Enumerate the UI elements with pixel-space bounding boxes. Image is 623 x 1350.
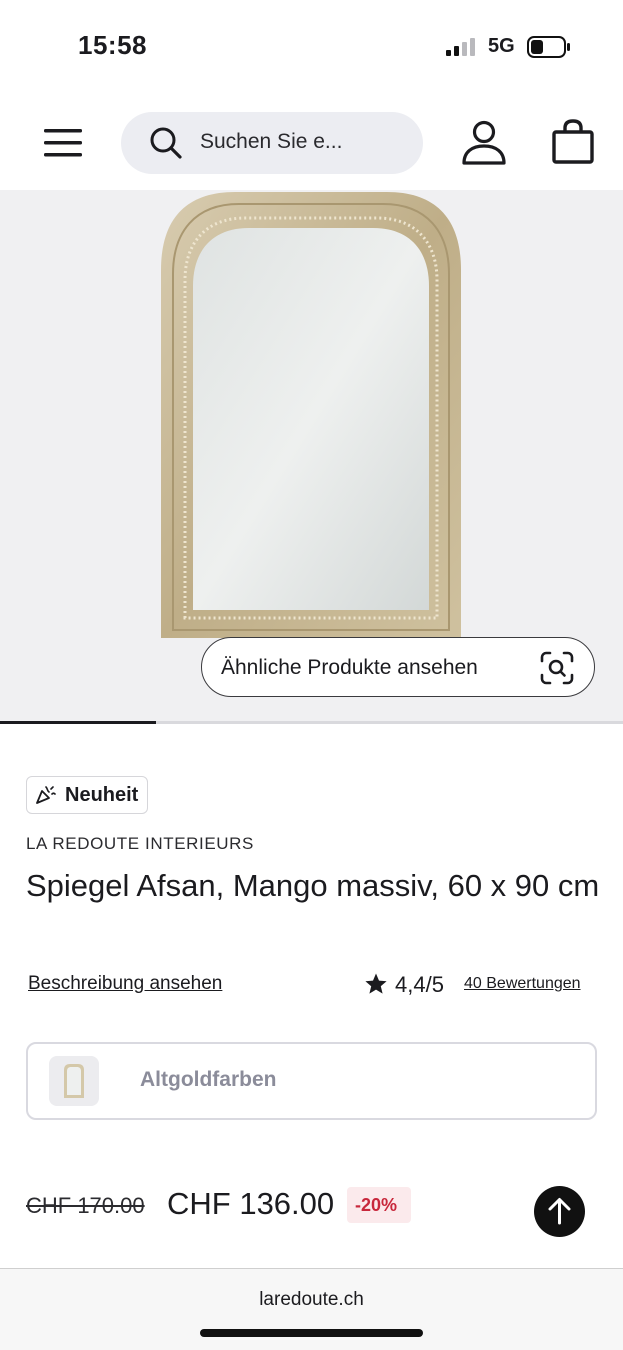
new-badge-label: Neuheit [65, 784, 139, 806]
search-placeholder: Suchen Sie e... [200, 130, 343, 153]
color-variant-selector[interactable] [26, 1042, 597, 1120]
product-brand[interactable]: LA REDOUTE INTERIEURS [26, 834, 254, 854]
current-price: CHF 136.00 [167, 1186, 335, 1221]
star-icon [365, 973, 387, 994]
rating-value: 4,4/5 [395, 972, 444, 997]
discount-label: -20% [355, 1195, 398, 1215]
similar-products-label: Ähnliche Produkte ansehen [221, 656, 478, 679]
party-icon [36, 786, 56, 804]
network-label: 5G [488, 35, 515, 57]
user-icon[interactable] [458, 119, 510, 167]
gallery-progress-indicator [0, 721, 156, 724]
visual-search-icon [540, 651, 574, 685]
battery-icon [527, 36, 570, 58]
scroll-to-top-button[interactable] [534, 1186, 585, 1237]
arrow-up-icon [548, 1198, 571, 1225]
reviews-link[interactable]: 40 Bewertungen [464, 975, 581, 993]
product-title: Spiegel Afsan, Mango massiv, 60 x 90 cm [26, 868, 600, 903]
search-icon [150, 127, 182, 159]
mirror-thumbnail-icon [64, 1064, 84, 1098]
status-time: 15:58 [78, 30, 147, 60]
signal-icon [446, 38, 475, 56]
product-image[interactable] [155, 190, 467, 640]
url-bar[interactable]: laredoute.ch [0, 1289, 623, 1311]
old-price: CHF 170.00 [26, 1193, 145, 1218]
bag-icon[interactable] [549, 118, 597, 166]
view-description-link[interactable]: Beschreibung ansehen [28, 973, 222, 995]
menu-icon[interactable] [40, 122, 86, 164]
home-indicator[interactable] [200, 1329, 423, 1337]
color-variant-label: Altgoldfarben [140, 1068, 277, 1091]
